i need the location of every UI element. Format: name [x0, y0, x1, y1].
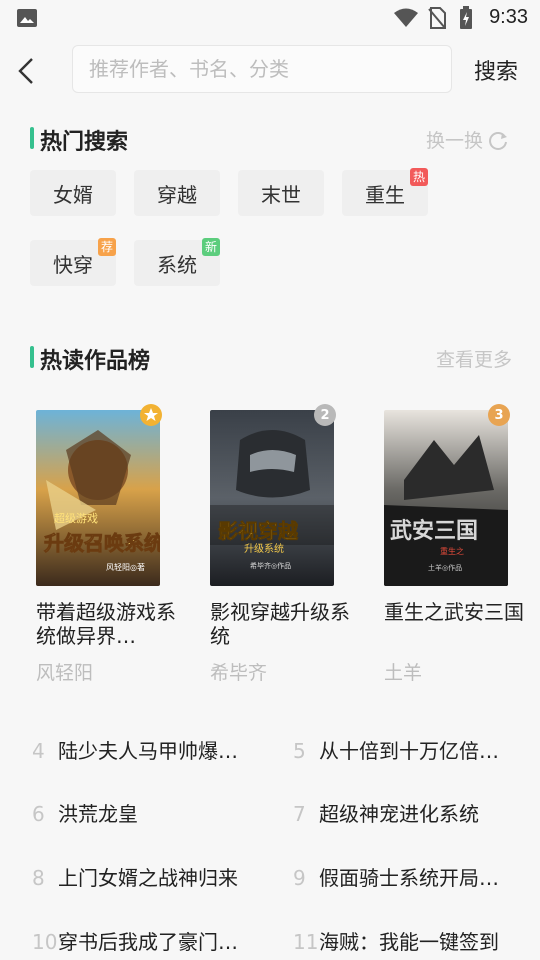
cover-text: 希毕齐◎作品 [250, 561, 291, 570]
back-arrow-icon[interactable] [10, 52, 44, 90]
rank-list-item[interactable]: 4 陆少夫人马甲帅爆… [32, 735, 247, 764]
book-title: 重生之武安三国 [384, 600, 524, 624]
search-header: 搜索 [0, 36, 540, 106]
wifi-icon [394, 8, 418, 27]
battery-charging-icon [460, 6, 472, 29]
status-bar: 9:33 [0, 0, 540, 36]
rank-list-item[interactable]: 10穿书后我成了豪门… [32, 926, 247, 955]
hot-tag-badge: 荐 [98, 238, 116, 256]
rank-number: 4 [32, 739, 45, 763]
refresh-label: 换一换 [426, 130, 484, 152]
status-time: 9:33 [489, 6, 528, 28]
hot-tag-label: 末世 [261, 182, 301, 207]
book-cover: 影视穿越 升级系统 希毕齐◎作品 [210, 410, 334, 586]
cover-text: 武安三国 [390, 518, 478, 544]
search-button[interactable]: 搜索 [474, 54, 518, 86]
book-cover: 武安三国 重生之 土羊◎作品 [384, 410, 508, 586]
rank-list-item[interactable]: 7 超级神宠进化系统 [293, 798, 508, 827]
rank-badge-gold [140, 404, 162, 426]
rank-title: 穿书后我成了豪门… [58, 930, 238, 954]
rank-number: 5 [293, 739, 306, 763]
rank-number: 11 [293, 930, 319, 954]
rank-title: 上门女婿之战神归来 [58, 866, 238, 890]
star-icon [140, 404, 162, 426]
rank-list-item[interactable]: 11海贼：我能一键签到 [293, 926, 508, 955]
cover-text: 影视穿越 [218, 519, 299, 543]
hot-tag-label: 快穿 [53, 252, 93, 277]
hot-tag-badge: 新 [202, 238, 220, 256]
refresh-button[interactable]: 换一换 [426, 126, 509, 153]
rank-title: 陆少夫人马甲帅爆… [58, 739, 238, 763]
rank-badge-silver: 2 [314, 404, 336, 426]
book-card-2[interactable]: 影视穿越 升级系统 希毕齐◎作品 2 影视穿越升级系统 希毕齐 [210, 404, 350, 684]
book-title: 影视穿越升级系统 [210, 600, 350, 648]
cover-text: 超级游戏 [54, 511, 98, 525]
book-author: 希毕齐 [210, 662, 268, 684]
no-sim-icon [428, 7, 446, 29]
cover-text: 重生之 [440, 546, 464, 556]
rank-number: 7 [293, 802, 306, 826]
rank-list-item[interactable]: 9 假面骑士系统开局… [293, 862, 508, 891]
rank-list-item[interactable]: 5 从十倍到十万亿倍… [293, 735, 508, 764]
hot-tag[interactable]: 女婿 [30, 170, 116, 216]
hot-tag[interactable]: 末世 [238, 170, 324, 216]
book-author: 土羊 [384, 662, 423, 684]
rank-title: 从十倍到十万亿倍… [319, 739, 499, 763]
hot-tag-label: 重生 [365, 182, 405, 207]
hot-tag-label: 系统 [157, 252, 197, 277]
hot-search-title: 热门搜索 [40, 130, 129, 155]
book-cover: 超级游戏 升级召唤系统 风轻阳◎著 [36, 410, 160, 586]
section-accent-bar [30, 346, 34, 368]
rank-number: 8 [32, 866, 45, 890]
rank-number: 10 [32, 930, 58, 954]
ranking-title: 热读作品榜 [40, 349, 151, 374]
hot-tag[interactable]: 穿越 [134, 170, 220, 216]
rank-list-item[interactable]: 6 洪荒龙皇 [32, 798, 247, 827]
hot-tag-label: 穿越 [157, 182, 197, 207]
rank-list-item[interactable]: 8 上门女婿之战神归来 [32, 862, 247, 891]
book-author: 风轻阳 [36, 662, 94, 684]
rank-title: 超级神宠进化系统 [319, 802, 479, 826]
see-more-link[interactable]: 查看更多 [436, 345, 512, 372]
cover-text: 升级召唤系统 [44, 531, 160, 555]
gallery-icon [17, 9, 37, 27]
hot-tag-badge: 热 [410, 168, 428, 186]
rank-title: 假面骑士系统开局… [319, 866, 499, 890]
rank-number: 6 [32, 802, 45, 826]
cover-text: 风轻阳◎著 [106, 562, 145, 572]
rank-title: 海贼：我能一键签到 [319, 930, 499, 954]
cover-text: 升级系统 [244, 542, 284, 555]
book-card-3[interactable]: 武安三国 重生之 土羊◎作品 3 重生之武安三国 土羊 [384, 404, 524, 684]
refresh-icon [489, 131, 508, 150]
cover-text: 土羊◎作品 [428, 563, 462, 572]
book-card-1[interactable]: 超级游戏 升级召唤系统 风轻阳◎著 带着超级游戏系统做异界… 风轻阳 [36, 404, 176, 684]
rank-badge-bronze: 3 [488, 404, 510, 426]
rank-title: 洪荒龙皇 [58, 802, 138, 826]
search-input[interactable] [72, 45, 452, 93]
book-title: 带着超级游戏系统做异界… [36, 600, 176, 648]
rank-number: 9 [293, 866, 306, 890]
section-accent-bar [30, 127, 34, 149]
hot-tag-label: 女婿 [53, 182, 93, 207]
